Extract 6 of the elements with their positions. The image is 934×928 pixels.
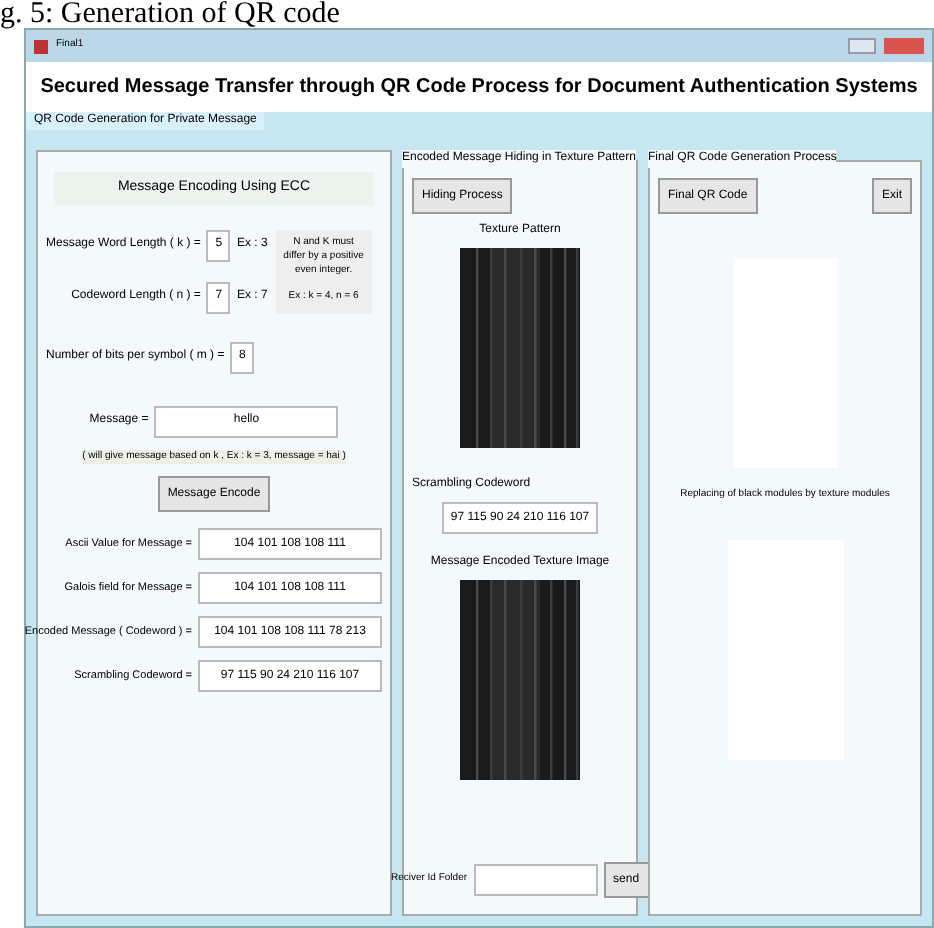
- figure-caption: g. 5: Generation of QR code: [0, 0, 342, 28]
- close-button[interactable]: [884, 38, 924, 54]
- minimize-button[interactable]: [848, 38, 876, 54]
- text-field[interactable]: [473, 864, 598, 896]
- app-heading: Secured Message Transfer through QR Code Process for Document Authentication Systems: [40, 74, 918, 102]
- app-icon: [34, 39, 48, 53]
